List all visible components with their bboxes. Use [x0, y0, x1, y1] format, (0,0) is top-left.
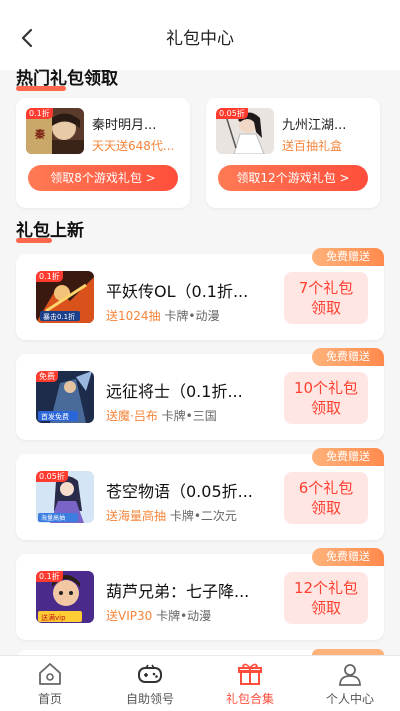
gift-desc: 天天送648代... — [92, 139, 175, 153]
nav-gift-collection[interactable]: 礼包合集 — [200, 656, 300, 711]
home-icon — [39, 663, 61, 685]
discount-badge: 0.1折 — [36, 571, 63, 582]
new-section-title: 礼包上新 — [16, 221, 84, 243]
free-gift-tag: 免费赠送 — [312, 548, 384, 566]
game-name: 秦时明月... — [92, 118, 157, 133]
game-meta: 送VIP30 卡牌•动漫 — [106, 609, 212, 623]
claim-button[interactable]: 12个礼包 领取 — [284, 572, 368, 624]
gift-list-item[interactable]: 免费赠送 送满vip 0.1折 葫芦兄弟：七子降... 送VIP30 卡牌•动漫… — [16, 548, 384, 640]
discount-badge: 0.05折 — [36, 471, 68, 482]
game-meta: 送海量高抽 卡牌•二次元 — [106, 509, 237, 523]
game-name: 远征将士（0.1折... — [106, 382, 243, 401]
game-name: 九州江湖... — [282, 118, 347, 133]
nav-home[interactable]: 首页 — [0, 656, 100, 711]
claim-button[interactable]: 10个礼包 领取 — [284, 372, 368, 424]
game-meta: 送魔·吕布 卡牌•三国 — [106, 409, 217, 423]
free-gift-tag: 免费赠送 — [312, 348, 384, 366]
nav-profile[interactable]: 个人中心 — [300, 656, 400, 711]
discount-badge: 0.1折 — [36, 271, 63, 282]
game-thumbnail: 秦 0.1折 — [26, 108, 84, 154]
game-name: 苍空物语（0.05折... — [106, 482, 253, 501]
game-thumbnail: 首发免费 免费 — [36, 371, 94, 423]
claim-gifts-button[interactable]: 领取12个游戏礼包 > — [218, 165, 368, 191]
hot-gift-card[interactable]: 秦 0.1折 秦时明月... 天天送648代... 领取8个游戏礼包 > — [16, 98, 190, 208]
free-gift-tag: 免费赠送 — [312, 448, 384, 466]
game-thumbnail: 暴击0.1折 0.1折 — [36, 271, 94, 323]
svg-text:秦: 秦 — [34, 128, 46, 141]
hot-gift-card[interactable]: 0.05折 九州江湖... 送百抽礼盒 领取12个游戏礼包 > — [206, 98, 380, 208]
hot-section-title: 热门礼包领取 — [16, 69, 118, 91]
game-thumbnail: 送满vip 0.1折 — [36, 571, 94, 623]
user-icon — [339, 664, 361, 686]
game-meta: 送1024抽 卡牌•动漫 — [106, 309, 220, 323]
game-name: 平妖传OL（0.1折... — [106, 282, 249, 301]
game-thumbnail: 0.05折 — [216, 108, 274, 154]
free-gift-tag: 免费赠送 — [312, 248, 384, 266]
header: 礼包中心 — [0, 0, 400, 70]
game-name: 葫芦兄弟：七子降... — [106, 582, 250, 601]
claim-button[interactable]: 7个礼包 领取 — [284, 272, 368, 324]
svg-text:首发免费: 首发免费 — [41, 412, 69, 421]
nav-self-service[interactable]: 自助领号 — [100, 656, 200, 711]
discount-badge: 0.1折 — [26, 108, 53, 119]
svg-text:暴击0.1折: 暴击0.1折 — [43, 312, 75, 321]
gift-icon — [238, 663, 262, 685]
page-title: 礼包中心 — [166, 29, 234, 49]
gift-list-item[interactable]: 免费赠送 首发免费 免费 远征将士（0.1折... 送魔·吕布 卡牌•三国 10… — [16, 348, 384, 440]
svg-text:送满vip: 送满vip — [41, 613, 66, 622]
bottom-nav: 首页 自助领号 礼包合集 个人中心 — [0, 655, 400, 711]
gamepad-icon — [138, 664, 162, 683]
claim-gifts-button[interactable]: 领取8个游戏礼包 > — [28, 165, 178, 191]
gift-desc: 送百抽礼盒 — [282, 139, 343, 153]
discount-badge: 免费 — [36, 371, 58, 382]
claim-button[interactable]: 6个礼包 领取 — [284, 472, 368, 524]
discount-badge: 0.05折 — [216, 108, 248, 119]
game-thumbnail: 海量高抽 0.05折 — [36, 471, 94, 523]
gift-list-item[interactable]: 免费赠送 海量高抽 0.05折 苍空物语（0.05折... 送海量高抽 卡牌•二… — [16, 448, 384, 540]
svg-text:海量高抽: 海量高抽 — [41, 514, 65, 522]
gift-list-item[interactable]: 免费赠送 暴击0.1折 0.1折 平妖传OL（0.1折... 送1024抽 卡牌… — [16, 248, 384, 340]
